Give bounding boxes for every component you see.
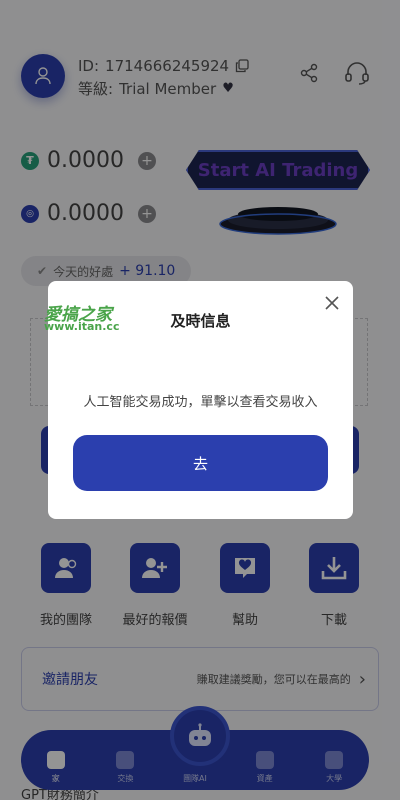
go-button-label: 去 xyxy=(192,454,208,473)
go-button[interactable]: 去 xyxy=(73,435,328,491)
close-icon[interactable] xyxy=(320,291,344,315)
modal-message: 人工智能交易成功，單擊以查看交易收入 xyxy=(83,395,318,410)
watermark-url: www.itan.cc xyxy=(44,320,120,333)
